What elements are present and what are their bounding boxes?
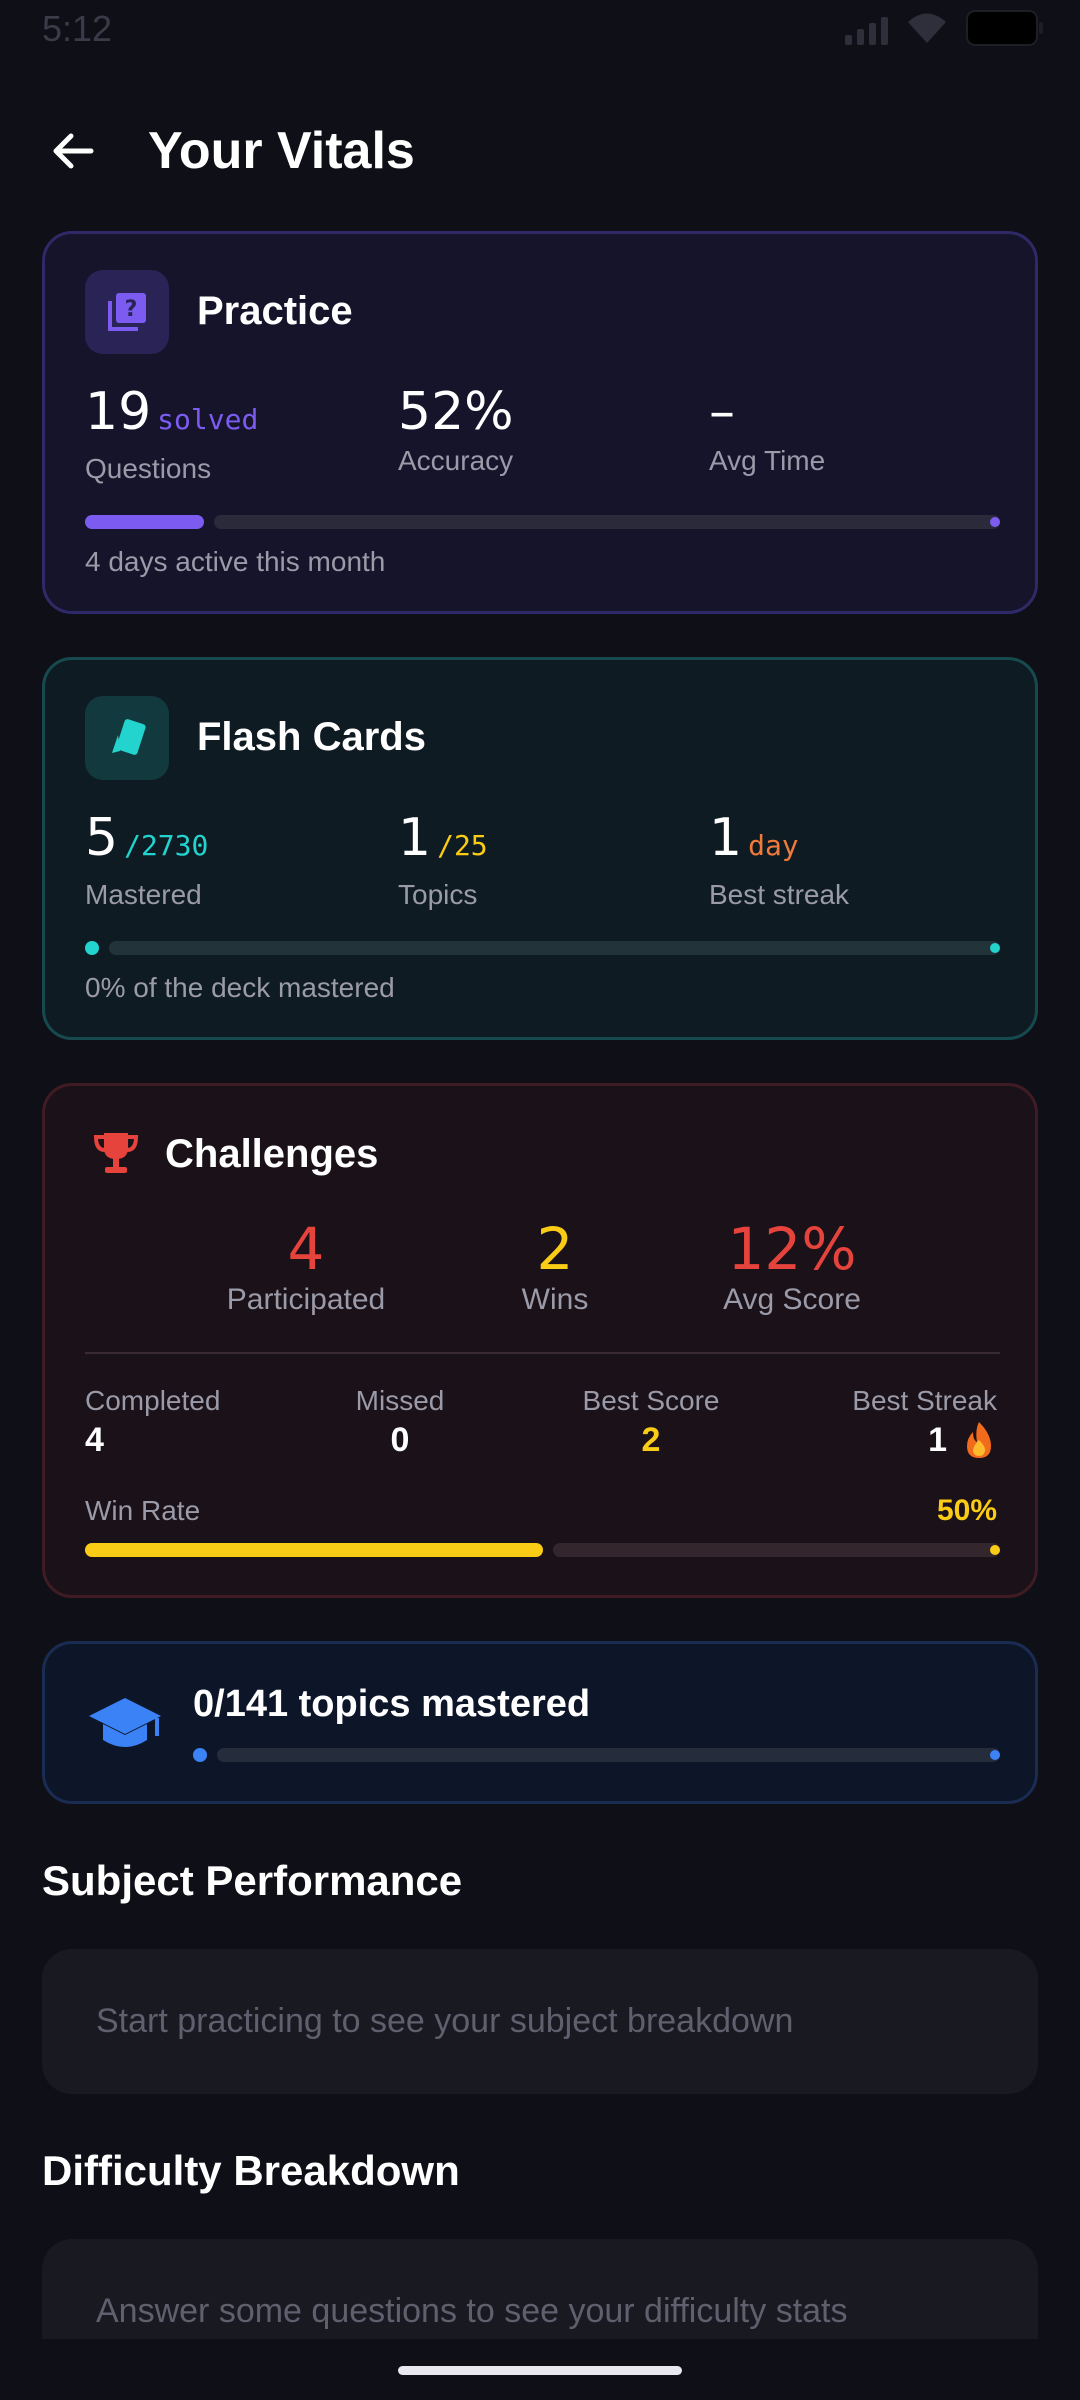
subject-performance-empty-state: Start practicing to see your subject bre… bbox=[42, 1949, 1038, 2094]
practice-title: Practice bbox=[197, 289, 353, 333]
stat-label: Accuracy bbox=[398, 445, 514, 476]
stat-value: 52% bbox=[398, 382, 514, 442]
flash-cards-progress-bar bbox=[85, 941, 1000, 955]
topics-mastered-text: 0/141 topics mastered bbox=[193, 1683, 591, 1725]
practice-progress-bar bbox=[85, 515, 1000, 529]
stat-suffix: /25 bbox=[437, 829, 488, 862]
practice-stat-questions: 19 solved Questions bbox=[85, 382, 258, 486]
divider bbox=[85, 1352, 1000, 1354]
win-rate-value: 50% bbox=[936, 1494, 997, 1527]
challenge-best-streak: Best Streak 1 bbox=[852, 1384, 997, 1460]
page-title: Your Vitals bbox=[148, 122, 415, 180]
topics-mastered-card[interactable]: 0/141 topics mastered bbox=[42, 1641, 1038, 1804]
flash-stat-best-streak: 1 day Best streak bbox=[709, 808, 849, 912]
challenge-stat-wins: 2 Wins bbox=[435, 1216, 675, 1318]
header: Your Vitals bbox=[0, 110, 1080, 190]
battery-icon bbox=[966, 10, 1043, 46]
progress-track bbox=[109, 941, 1000, 955]
difficulty-breakdown-title: Difficulty Breakdown bbox=[42, 2147, 460, 2194]
flash-stat-mastered: 5/2730 Mastered bbox=[85, 808, 208, 912]
stat-suffix: solved bbox=[157, 403, 259, 436]
win-rate-label: Win Rate bbox=[85, 1495, 201, 1526]
stat-value: 4 bbox=[287, 1215, 325, 1283]
stat-value: 2 bbox=[536, 1215, 574, 1283]
stat-label: Avg Score bbox=[723, 1283, 861, 1316]
subject-performance-title: Subject Performance bbox=[42, 1857, 463, 1904]
cards-icon bbox=[112, 719, 146, 755]
question-book-icon: ? bbox=[108, 293, 146, 331]
win-rate-progress-bar bbox=[85, 1543, 1000, 1557]
flash-cards-footnote: 0% of the deck mastered bbox=[85, 972, 395, 1003]
practice-footnote: 4 days active this month bbox=[85, 546, 386, 577]
status-time: 5:12 bbox=[42, 8, 113, 49]
empty-state-text: Start practicing to see your subject bre… bbox=[96, 2002, 794, 2040]
challenges-title: Challenges bbox=[165, 1132, 379, 1176]
wifi-icon bbox=[908, 13, 946, 43]
stat-label: Mastered bbox=[85, 879, 202, 910]
detail-label: Best Score bbox=[582, 1385, 720, 1416]
svg-text:?: ? bbox=[125, 297, 138, 322]
home-indicator[interactable] bbox=[398, 2366, 682, 2375]
stat-label: Best streak bbox=[709, 879, 850, 910]
challenge-stat-participated: 4 Participated bbox=[186, 1216, 426, 1318]
stat-label: Participated bbox=[226, 1283, 386, 1316]
signal-icon bbox=[845, 11, 888, 45]
progress-fill bbox=[85, 1543, 543, 1557]
progress-track bbox=[214, 515, 1000, 529]
detail-value: 1 bbox=[928, 1421, 947, 1459]
practice-card[interactable]: ? Practice 19 solved Questions 52% Accura… bbox=[42, 231, 1038, 614]
progress-fill bbox=[85, 941, 99, 955]
flash-cards-card[interactable]: Flash Cards 5/2730 Mastered 1/25 Topics … bbox=[42, 657, 1038, 1040]
challenge-completed: Completed 4 bbox=[85, 1384, 220, 1460]
practice-icon-box: ? bbox=[85, 270, 169, 354]
status-icons bbox=[845, 10, 1043, 46]
progress-track bbox=[217, 1748, 1000, 1762]
difficulty-breakdown-empty-state: Answer some questions to see your diffic… bbox=[42, 2239, 1038, 2339]
progress-end-dot bbox=[990, 943, 1000, 953]
stat-value: 1 bbox=[398, 808, 432, 868]
stat-label: Topics bbox=[398, 879, 478, 910]
practice-stat-avg-time: – Avg Time bbox=[709, 382, 825, 478]
stat-value: 1 bbox=[709, 808, 743, 868]
detail-label: Completed bbox=[85, 1385, 221, 1416]
detail-label: Best Streak bbox=[852, 1385, 997, 1416]
progress-track bbox=[553, 1543, 1000, 1557]
flash-stat-topics: 1/25 Topics bbox=[398, 808, 488, 912]
stat-value: 19 bbox=[85, 382, 152, 442]
status-bar: 5:12 bbox=[0, 0, 1080, 60]
empty-state-text: Answer some questions to see your diffic… bbox=[96, 2292, 848, 2330]
stat-suffix: /2730 bbox=[124, 829, 209, 862]
progress-end-dot bbox=[990, 517, 1000, 527]
graduation-cap-icon bbox=[89, 1698, 161, 1747]
detail-value: 0 bbox=[390, 1421, 410, 1459]
stat-value: 5 bbox=[85, 808, 119, 868]
progress-end-dot bbox=[990, 1545, 1000, 1555]
topics-progress-bar bbox=[193, 1748, 1000, 1762]
trophy-icon bbox=[93, 1133, 139, 1173]
progress-end-dot bbox=[990, 1750, 1000, 1760]
flash-cards-icon-box bbox=[85, 696, 169, 780]
stat-value: 12% bbox=[727, 1215, 857, 1283]
practice-stat-accuracy: 52% Accuracy bbox=[398, 382, 514, 478]
detail-value: 2 bbox=[641, 1421, 661, 1459]
progress-fill bbox=[193, 1748, 207, 1762]
detail-label: Missed bbox=[355, 1385, 445, 1416]
arrow-left-icon bbox=[53, 133, 94, 169]
detail-value: 4 bbox=[85, 1421, 104, 1459]
stat-value: – bbox=[709, 382, 735, 442]
stat-label: Wins bbox=[521, 1283, 589, 1316]
progress-fill bbox=[85, 515, 204, 529]
flash-cards-title: Flash Cards bbox=[197, 715, 426, 759]
stat-label: Avg Time bbox=[709, 445, 826, 476]
challenges-card[interactable]: Challenges 4 Participated 2 Wins 12% Avg… bbox=[42, 1083, 1038, 1598]
challenge-stat-avg-score: 12% Avg Score bbox=[672, 1216, 912, 1318]
stat-suffix: day bbox=[748, 829, 799, 862]
back-button[interactable] bbox=[42, 120, 104, 182]
stat-label: Questions bbox=[85, 453, 212, 484]
fire-icon bbox=[967, 1422, 991, 1458]
